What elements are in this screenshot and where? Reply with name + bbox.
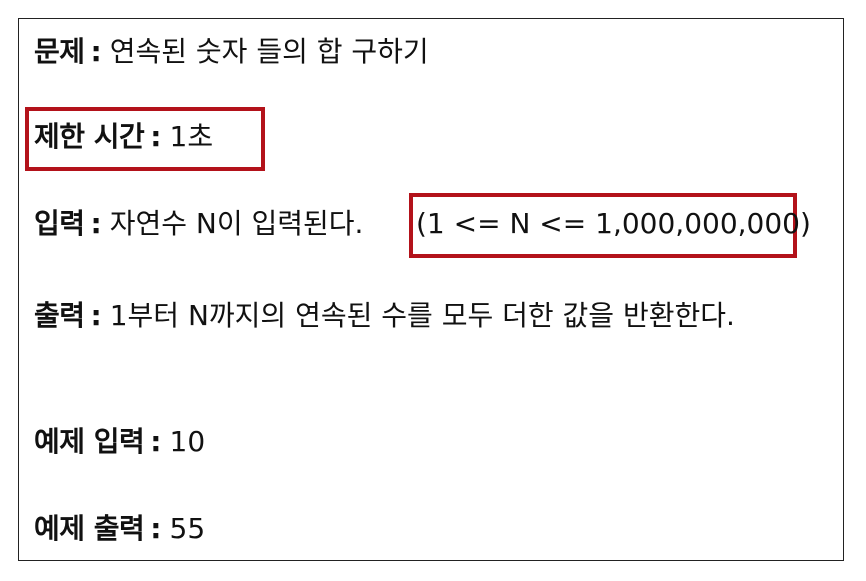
- time-limit-colon: :: [150, 120, 162, 153]
- example-input-value: 10: [169, 425, 206, 458]
- example-output-value: 55: [169, 512, 206, 545]
- time-limit-label: 제한 시간: [34, 120, 145, 153]
- output-colon: :: [90, 299, 102, 332]
- input-constraint-line: (1 <= N <= 1,000,000,000): [416, 204, 811, 244]
- input-line: 입력: 자연수 N이 입력된다.: [34, 204, 363, 244]
- example-input-line: 예제 입력:10: [34, 422, 205, 462]
- example-output-colon: :: [150, 512, 162, 545]
- output-label: 출력: [34, 299, 85, 332]
- problem-line: 문제: 연속된 숫자 들의 합 구하기: [34, 32, 429, 72]
- time-limit-line: 제한 시간:1초: [34, 117, 213, 157]
- example-input-label: 예제 입력: [34, 425, 145, 458]
- input-value: 자연수 N이 입력된다.: [109, 207, 364, 240]
- output-value: 1부터 N까지의 연속된 수를 모두 더한 값을 반환한다.: [109, 299, 735, 332]
- input-label: 입력: [34, 207, 85, 240]
- example-output-label: 예제 출력: [34, 512, 145, 545]
- input-constraint: (1 <= N <= 1,000,000,000): [416, 207, 811, 240]
- problem-label: 문제: [34, 35, 85, 68]
- problem-colon: :: [90, 35, 102, 68]
- output-line: 출력:1부터 N까지의 연속된 수를 모두 더한 값을 반환한다.: [34, 296, 735, 336]
- time-limit-value: 1초: [169, 120, 214, 153]
- problem-value: 연속된 숫자 들의 합 구하기: [109, 35, 429, 68]
- example-output-line: 예제 출력:55: [34, 509, 205, 549]
- input-colon: :: [90, 207, 102, 240]
- problem-card: [18, 18, 844, 561]
- example-input-colon: :: [150, 425, 162, 458]
